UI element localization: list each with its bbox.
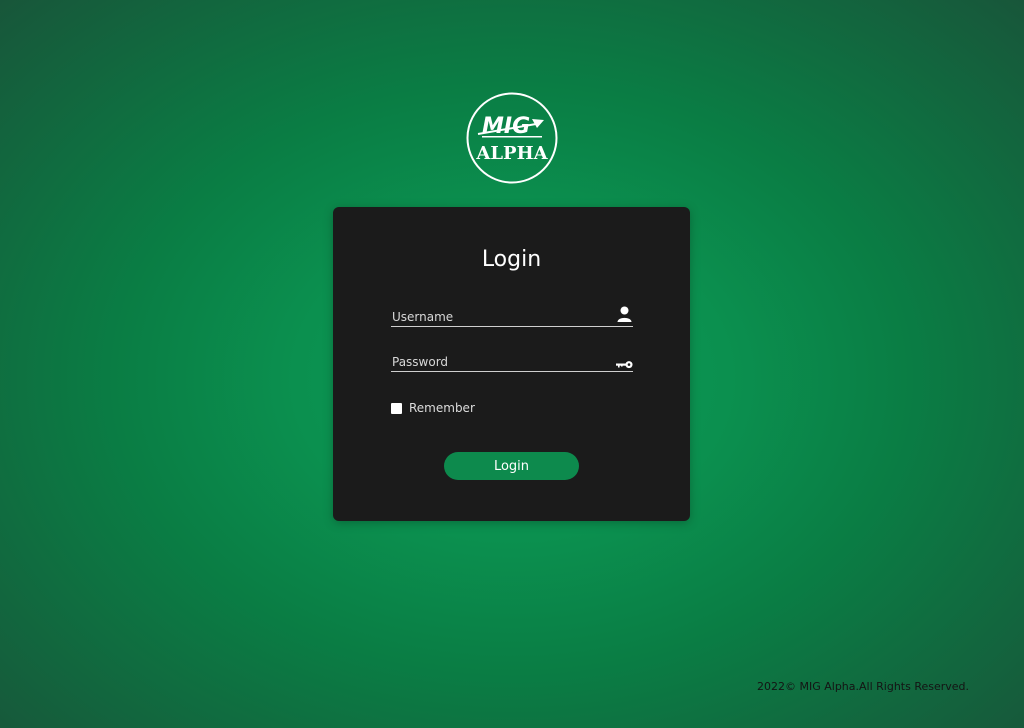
mig-alpha-logo: MIG ALPHA [466,92,558,184]
password-field [391,347,633,372]
user-icon [616,306,633,322]
copyright-footer: 2022© MIG Alpha.All Rights Reserved. [757,680,970,693]
username-input[interactable] [391,308,607,326]
username-field [391,302,633,327]
password-input[interactable] [391,353,607,371]
login-title: Login [481,247,542,272]
logo-line2: ALPHA [475,143,548,164]
login-card: Login Remember Login [333,207,690,521]
login-button[interactable]: Login [444,452,579,480]
remember-option[interactable]: Remember [391,401,475,415]
remember-checkbox[interactable] [391,402,402,414]
remember-label: Remember [409,401,475,415]
key-icon [616,357,633,373]
